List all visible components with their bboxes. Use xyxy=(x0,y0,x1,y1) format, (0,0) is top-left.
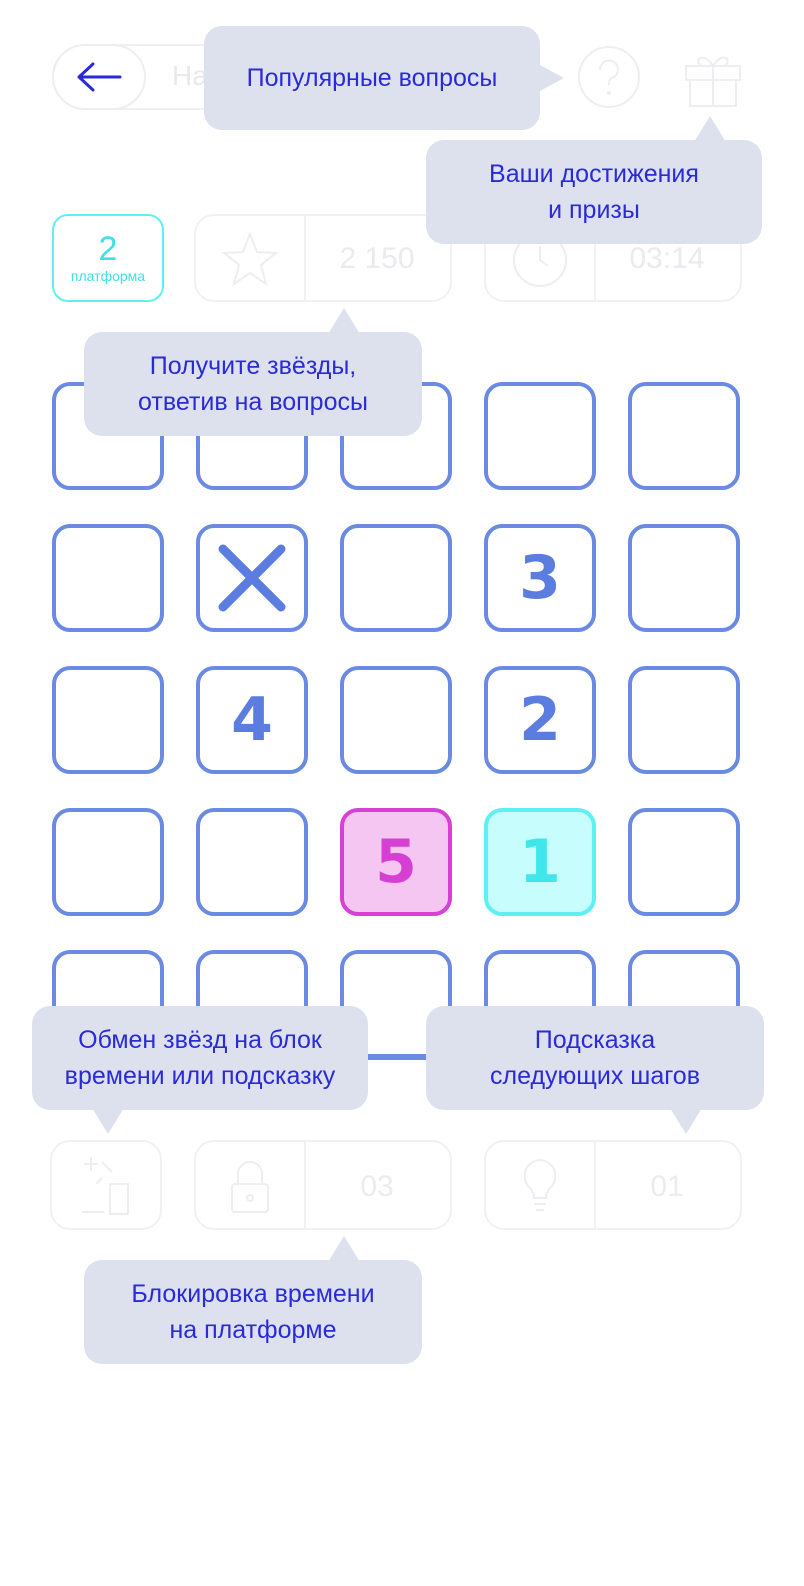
tooltip-next-steps-hint: Подсказка следующих шагов xyxy=(426,1006,764,1110)
tooltip-text: Обмен звёзд на блок времени или подсказк… xyxy=(64,1026,336,1090)
time-lock-control[interactable]: 03 xyxy=(194,1140,452,1230)
grid-cell[interactable] xyxy=(628,808,740,916)
exchange-button[interactable] xyxy=(50,1140,162,1230)
tooltip-text: Популярные вопросы xyxy=(246,64,498,92)
grid-cell[interactable] xyxy=(628,524,740,632)
tooltip-tail xyxy=(328,308,360,334)
grid-cell[interactable] xyxy=(52,666,164,774)
tooltip-tail xyxy=(694,116,726,142)
stars-counter: 2 150 xyxy=(194,214,452,302)
lightbulb-icon xyxy=(523,1158,557,1211)
grid-cell[interactable] xyxy=(628,666,740,774)
star-icon xyxy=(221,231,279,287)
tooltip-tail xyxy=(670,1108,702,1134)
header-title: На xyxy=(172,60,208,91)
help-icon[interactable] xyxy=(576,44,642,110)
tooltip-text: Подсказка следующих шагов xyxy=(490,1026,700,1090)
platform-number: 2 xyxy=(98,230,118,268)
tooltip-get-stars: Получите звёзды, ответив на вопросы xyxy=(84,332,422,436)
grid-cell[interactable] xyxy=(340,666,452,774)
tooltip-exchange-stars: Обмен звёзд на блок времени или подсказк… xyxy=(32,1006,368,1110)
grid-cell-active-cyan[interactable]: 1 xyxy=(484,808,596,916)
grid-cell[interactable] xyxy=(52,524,164,632)
time-value: 03:14 xyxy=(629,242,705,275)
gift-icon[interactable] xyxy=(680,44,746,110)
grid-cell[interactable] xyxy=(52,808,164,916)
tooltip-text: Ваши достижения и призы xyxy=(489,160,699,224)
grid-cell-active-magenta[interactable]: 5 xyxy=(340,808,452,916)
tooltip-text: Получите звёзды, ответив на вопросы xyxy=(138,352,368,416)
lock-icon xyxy=(231,1161,269,1213)
exchange-icon xyxy=(82,1157,129,1215)
platform-label: платформа xyxy=(70,268,146,284)
cross-icon xyxy=(218,544,286,612)
platform-badge: 2 платформа xyxy=(52,214,164,302)
grid-cell[interactable]: 3 xyxy=(484,524,596,632)
tooltip-popular-questions: Популярные вопросы xyxy=(204,26,540,130)
back-arrow-icon xyxy=(77,62,122,92)
tooltip-time-lock: Блокировка времени на платформе xyxy=(84,1260,422,1364)
grid-cell[interactable]: 2 xyxy=(484,666,596,774)
tooltip-tail xyxy=(92,1108,124,1134)
lock-count: 03 xyxy=(360,1170,394,1203)
grid-cell[interactable]: 4 xyxy=(196,666,308,774)
back-button[interactable] xyxy=(52,44,146,110)
stars-value: 2 150 xyxy=(339,242,415,275)
tooltip-tail xyxy=(328,1236,360,1262)
tooltip-achievements: Ваши достижения и призы xyxy=(426,140,762,244)
hint-count: 01 xyxy=(650,1170,684,1203)
grid-cell[interactable] xyxy=(340,524,452,632)
tooltip-text: Блокировка времени на платформе xyxy=(131,1280,375,1344)
grid-cell[interactable] xyxy=(484,382,596,490)
grid-cell[interactable] xyxy=(196,808,308,916)
grid-cell[interactable] xyxy=(628,382,740,490)
grid-cell-blocked[interactable] xyxy=(196,524,308,632)
tooltip-tail xyxy=(538,64,564,92)
hint-control[interactable]: 01 xyxy=(484,1140,742,1230)
